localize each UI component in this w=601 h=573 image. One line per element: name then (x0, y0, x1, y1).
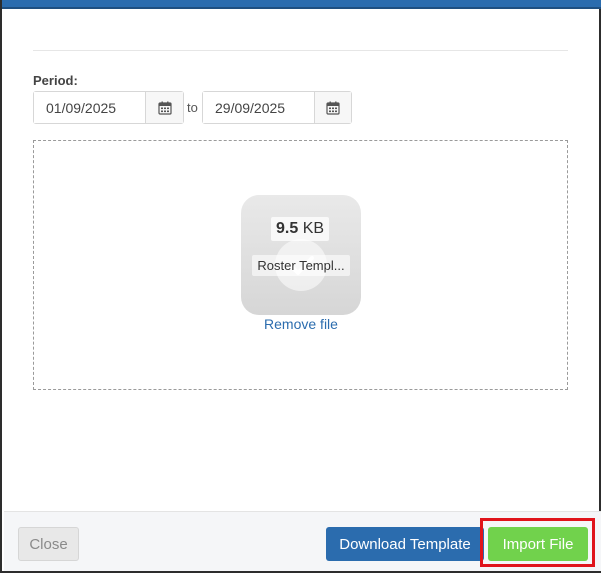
period-from-input[interactable] (34, 92, 145, 123)
modal-header-bar (2, 0, 601, 9)
divider (33, 50, 568, 51)
file-size: 9.5 KB (271, 217, 330, 241)
file-name: Roster Templ... (252, 255, 350, 276)
period-from-calendar-button[interactable] (145, 92, 183, 123)
import-file-button[interactable]: Import File (488, 527, 588, 561)
period-to-calendar-button[interactable] (314, 92, 351, 123)
file-size-unit: KB (302, 220, 325, 237)
download-template-button[interactable]: Download Template (326, 527, 484, 561)
period-from-group (33, 91, 184, 124)
to-label: to (187, 100, 198, 115)
remove-file-link[interactable]: Remove file (241, 316, 361, 332)
calendar-icon (157, 101, 172, 115)
period-to-group (202, 91, 352, 124)
period-label: Period: (33, 73, 78, 88)
period-to-input[interactable] (203, 92, 314, 123)
file-size-number: 9.5 (276, 220, 299, 237)
calendar-icon (326, 101, 340, 115)
close-button[interactable]: Close (18, 527, 79, 561)
import-modal: Period: to (0, 0, 601, 573)
